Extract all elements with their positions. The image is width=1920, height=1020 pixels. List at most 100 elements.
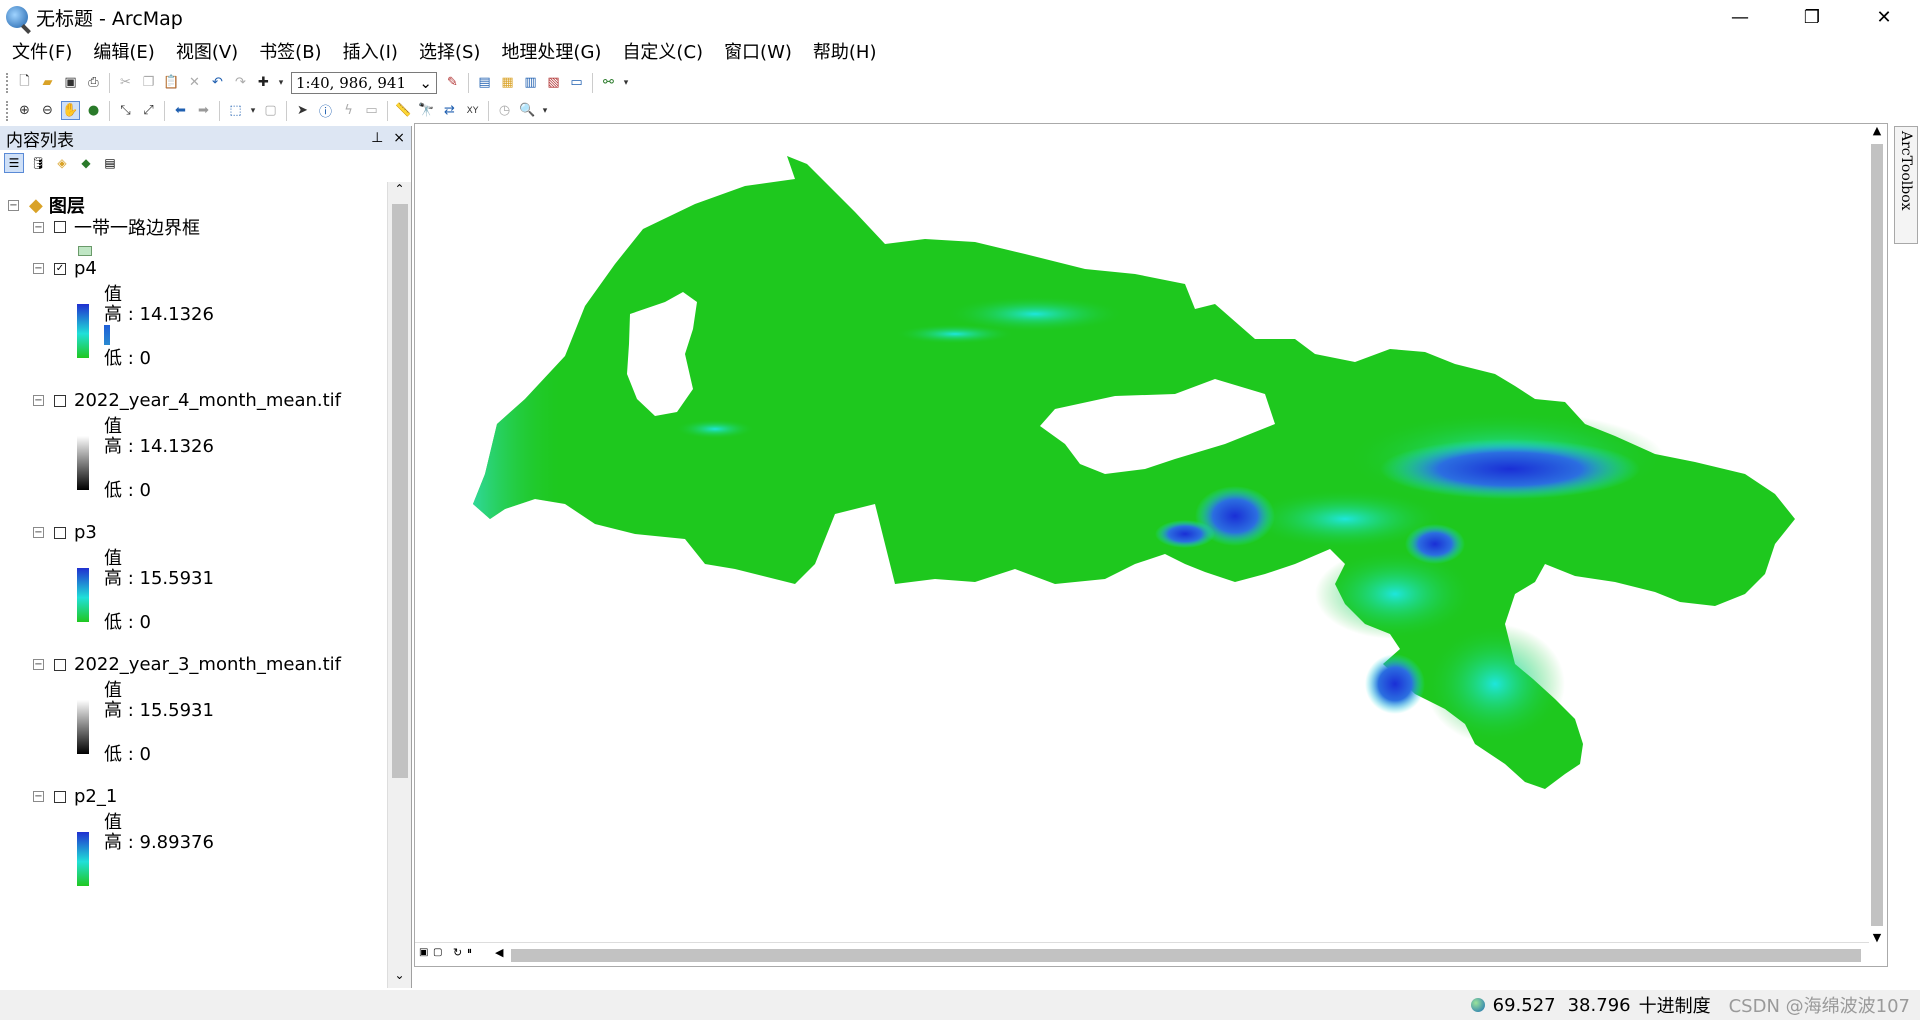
list-by-drawing-order-icon[interactable]: ☰	[4, 153, 24, 173]
viewer-window-icon[interactable]: 🔍	[518, 101, 537, 120]
grayscale-ramp-symbol[interactable]	[77, 700, 89, 754]
list-by-visibility-icon[interactable]: ◈	[52, 153, 72, 173]
layer-row[interactable]: − 2022_year_4_month_mean.tif	[33, 390, 341, 411]
menu-geoprocessing[interactable]: 地理处理(G)	[489, 38, 610, 64]
zoom-in-icon[interactable]: ⊕	[15, 101, 34, 120]
layer-row[interactable]: − 2022_year_3_month_mean.tif	[33, 654, 341, 675]
list-by-source-icon[interactable]: 🛢	[28, 153, 48, 173]
select-features-icon[interactable]: ⬚	[226, 101, 245, 120]
back-extent-icon[interactable]: ⬅	[171, 101, 190, 120]
map-vertical-scrollbar[interactable]: ▲ ▼	[1867, 124, 1887, 944]
full-extent-icon[interactable]: ●	[84, 101, 103, 120]
save-icon[interactable]: ▣	[61, 73, 80, 92]
paste-icon[interactable]: 📋	[162, 73, 181, 92]
menu-insert[interactable]: 插入(I)	[331, 38, 407, 64]
select-dropdown-icon[interactable]: ▾	[249, 101, 257, 120]
layer-visibility-checkbox[interactable]	[54, 221, 66, 233]
measure-icon[interactable]: 📏	[394, 101, 413, 120]
layer-row[interactable]: − p3	[33, 522, 97, 543]
close-button[interactable]: ✕	[1848, 0, 1920, 34]
menu-customize[interactable]: 自定义(C)	[610, 38, 712, 64]
model-builder-icon[interactable]: ⚯	[599, 73, 618, 92]
fixed-zoom-out-icon[interactable]: ⤢	[139, 101, 158, 120]
grayscale-ramp-symbol[interactable]	[77, 436, 89, 490]
fixed-zoom-in-icon[interactable]: ⤡	[116, 101, 135, 120]
catalog-window-icon[interactable]: ▦	[498, 73, 517, 92]
copy-icon[interactable]: ❐	[139, 73, 158, 92]
html-popup-icon[interactable]: ▭	[362, 101, 381, 120]
map-scale-combobox[interactable]: 1:40, 986, 941 ⌄	[291, 71, 437, 94]
toc-scroll-thumb[interactable]	[392, 204, 408, 778]
menu-file[interactable]: 文件(F)	[0, 38, 81, 64]
collapse-icon[interactable]: −	[33, 659, 44, 670]
collapse-icon[interactable]: −	[33, 791, 44, 802]
layer-visibility-checkbox[interactable]	[54, 394, 66, 407]
delete-icon[interactable]: ✕	[185, 73, 204, 92]
find-route-icon[interactable]: ⇄	[440, 101, 459, 120]
menu-edit[interactable]: 编辑(E)	[81, 38, 163, 64]
undo-icon[interactable]: ↶	[208, 73, 227, 92]
chevron-down-icon[interactable]: ⌄	[419, 74, 432, 92]
menu-windows[interactable]: 窗口(W)	[712, 38, 801, 64]
pin-icon[interactable]: ⊥	[371, 130, 383, 146]
toolbar-grip[interactable]	[6, 72, 10, 93]
print-icon[interactable]: ⎙	[84, 73, 103, 92]
menu-help[interactable]: 帮助(H)	[801, 38, 886, 64]
find-icon[interactable]: 🔭	[417, 101, 436, 120]
polygon-symbol[interactable]	[78, 246, 92, 256]
menu-bookmarks[interactable]: 书签(B)	[247, 38, 330, 64]
data-view-icon[interactable]: ▣	[419, 947, 428, 958]
scroll-left-icon[interactable]: ◀	[495, 946, 503, 959]
layer-row[interactable]: − ✓ p4	[33, 258, 97, 279]
toc-scrollbar[interactable]: ⌃ ⌄	[387, 182, 411, 988]
layer-row[interactable]: − 一带一路边界框	[33, 214, 200, 240]
color-ramp-symbol[interactable]	[77, 832, 89, 886]
map-horizontal-thumb[interactable]	[511, 949, 1861, 962]
scroll-down-icon[interactable]: ⌄	[388, 968, 411, 988]
raster-map[interactable]	[415, 124, 1869, 944]
color-ramp-symbol[interactable]	[77, 304, 89, 358]
scroll-down-icon[interactable]: ▼	[1867, 931, 1887, 944]
arctoolbox-window-icon[interactable]: ▧	[544, 73, 563, 92]
map-vertical-thumb[interactable]	[1871, 144, 1883, 926]
zoom-out-icon[interactable]: ⊖	[38, 101, 57, 120]
table-of-contents-icon[interactable]: ▤	[475, 73, 494, 92]
collapse-icon[interactable]: −	[33, 527, 44, 538]
pause-drawing-icon[interactable]: ⏸	[467, 946, 472, 957]
scroll-up-icon[interactable]: ▲	[1867, 124, 1887, 137]
toolbar-options-icon[interactable]: ▾	[622, 73, 630, 92]
layer-visibility-checkbox[interactable]	[54, 790, 66, 803]
toolbar-options-icon[interactable]: ▾	[541, 101, 549, 120]
collapse-icon[interactable]: −	[33, 221, 44, 233]
pan-icon[interactable]: ✋	[61, 101, 80, 120]
new-document-icon[interactable]: 🗋	[15, 73, 34, 92]
add-data-icon[interactable]: ✚	[254, 73, 273, 92]
color-ramp-symbol[interactable]	[77, 568, 89, 622]
layout-view-icon[interactable]: ▢	[433, 947, 442, 958]
identify-icon[interactable]: ⓘ	[316, 101, 335, 120]
arctoolbox-tab[interactable]: ArcToolbox	[1894, 126, 1918, 244]
map-display[interactable]: ▲ ▼ ▣ ▢ ↻ ⏸ ◀	[414, 123, 1888, 967]
layer-visibility-checkbox[interactable]	[54, 658, 66, 671]
clear-selection-icon[interactable]: ▢	[261, 101, 280, 120]
menu-view[interactable]: 视图(V)	[164, 38, 247, 64]
add-data-dropdown-icon[interactable]: ▾	[277, 73, 285, 92]
editor-toolbar-icon[interactable]: ✎	[443, 73, 462, 92]
collapse-icon[interactable]: −	[33, 263, 44, 274]
list-by-selection-icon[interactable]: ◆	[76, 153, 96, 173]
open-icon[interactable]: ▰	[38, 73, 57, 92]
layer-row[interactable]: − p2_1	[33, 786, 117, 807]
forward-extent-icon[interactable]: ➡	[194, 101, 213, 120]
refresh-icon[interactable]: ↻	[453, 946, 462, 959]
search-window-icon[interactable]: ▥	[521, 73, 540, 92]
map-horizontal-scrollbar[interactable]: ▣ ▢ ↻ ⏸ ◀	[415, 942, 1869, 966]
scroll-up-icon[interactable]: ⌃	[388, 182, 411, 202]
cut-icon[interactable]: ✂	[116, 73, 135, 92]
toolbar-grip[interactable]	[6, 100, 10, 121]
layer-visibility-checkbox[interactable]: ✓	[54, 262, 66, 275]
maximize-button[interactable]: ❐	[1776, 0, 1848, 34]
close-icon[interactable]: ×	[393, 130, 405, 146]
go-to-xy-icon[interactable]: XY	[463, 101, 482, 120]
menu-selection[interactable]: 选择(S)	[407, 38, 489, 64]
hyperlink-icon[interactable]: ϟ	[339, 101, 358, 120]
